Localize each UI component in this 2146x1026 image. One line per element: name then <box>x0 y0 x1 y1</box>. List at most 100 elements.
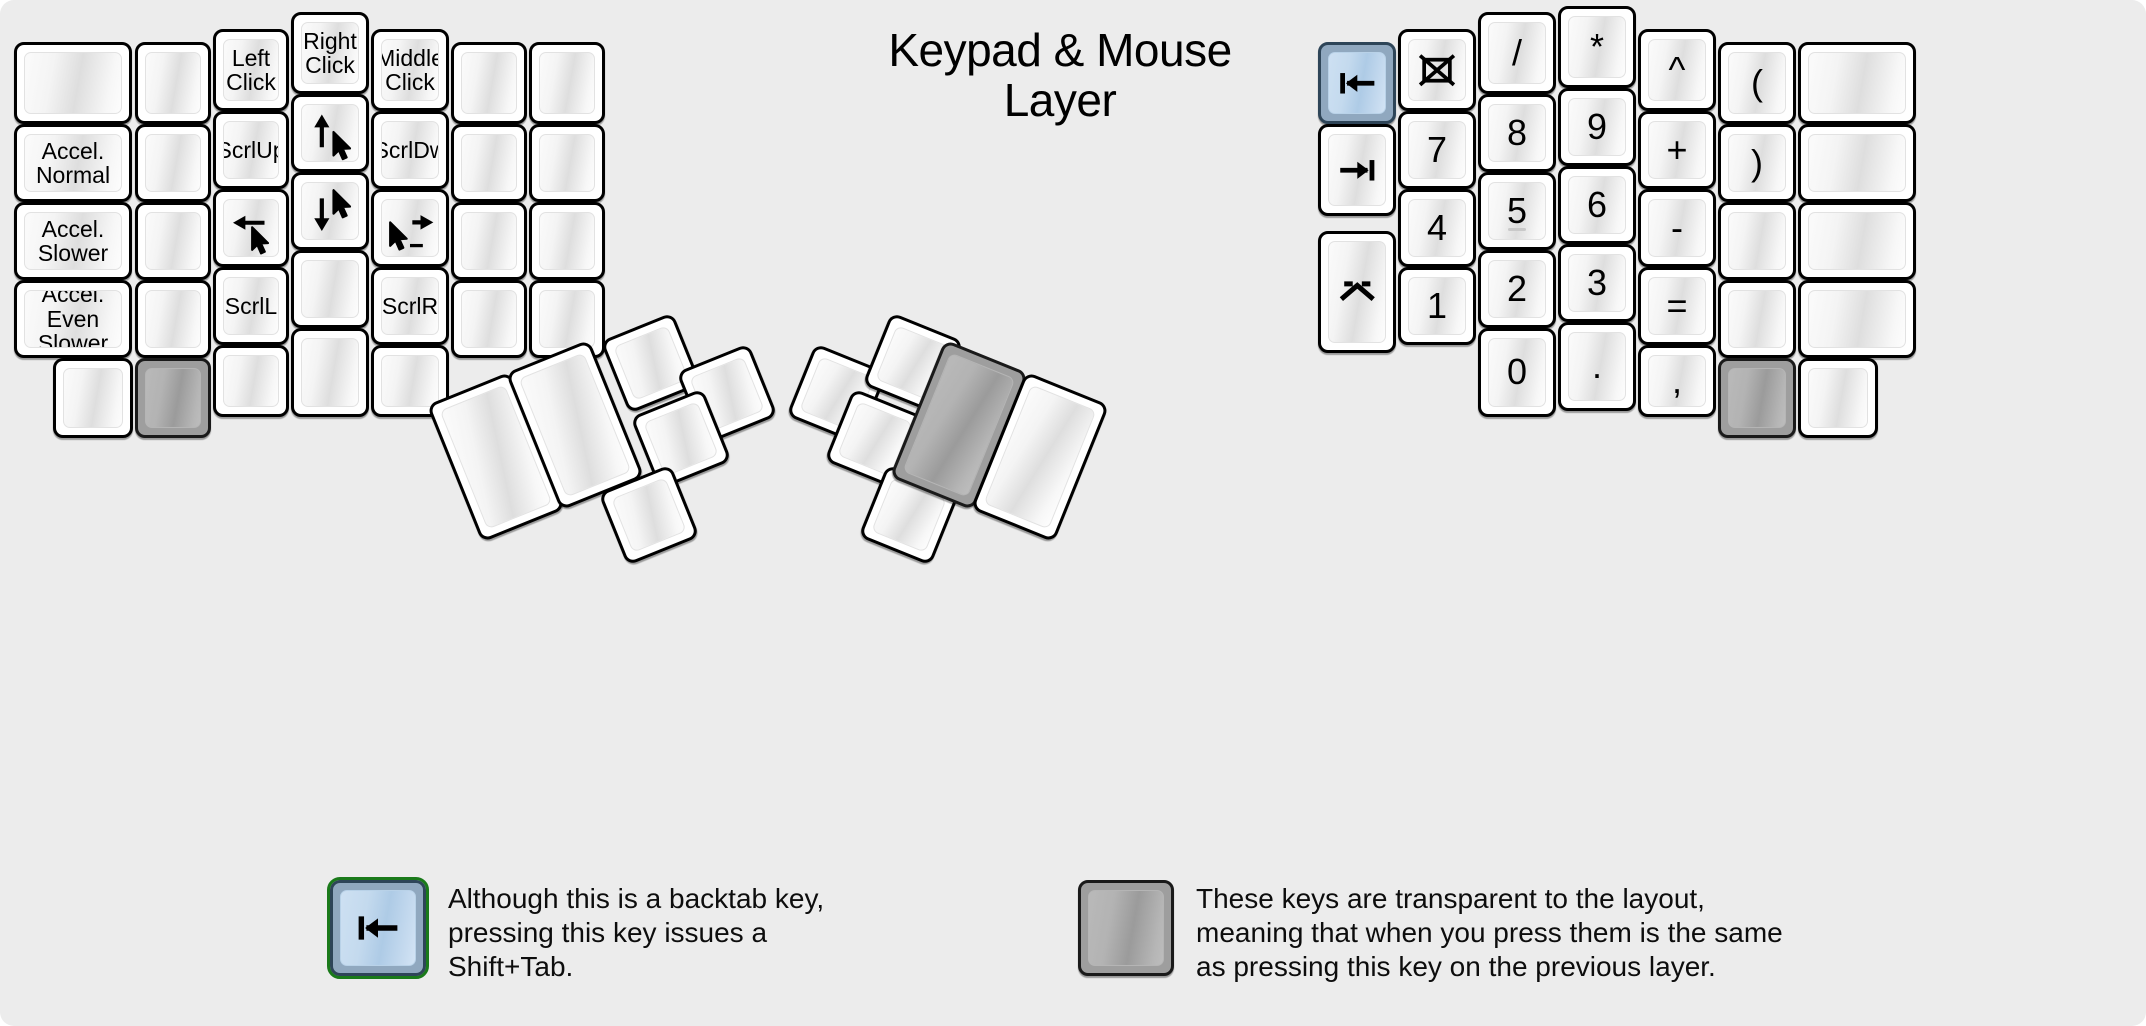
key-[interactable]: ^ <box>1638 29 1716 111</box>
key-scrlr[interactable]: ScrlR <box>371 267 449 345</box>
keycap-surface: ScrlR <box>381 277 439 335</box>
keycap-surface <box>381 355 439 407</box>
keycap-surface <box>1808 212 1906 270</box>
key-accel-even-slower[interactable]: Accel. Even Slower <box>14 280 132 358</box>
key-label: Middle Click <box>382 44 438 95</box>
key-r-c7-r4[interactable] <box>1798 280 1916 358</box>
key-l-c6-r3[interactable] <box>451 202 527 280</box>
key-mouse-move-right-icon[interactable] <box>371 189 449 267</box>
key-accel-slower[interactable]: Accel. Slower <box>14 202 132 280</box>
key-l-c7-r2[interactable] <box>529 124 605 202</box>
key-l-c4-r5[interactable] <box>291 328 369 417</box>
numlock-off-icon <box>1409 40 1465 100</box>
key-right-click[interactable]: Right Click <box>291 12 369 94</box>
keycap-surface <box>301 338 359 407</box>
key-[interactable]: ( <box>1718 42 1796 124</box>
keycap-surface <box>539 290 595 348</box>
keycap-surface <box>1728 290 1786 348</box>
keycap-surface: 9 <box>1568 98 1626 156</box>
key-r-c7-r3[interactable] <box>1798 202 1916 280</box>
keycap-surface: = <box>1648 277 1706 335</box>
key-mouse-move-down-icon[interactable] <box>291 172 369 250</box>
keycap-surface: ScrlUp <box>223 121 279 179</box>
keycap-surface: ScrlDw <box>381 121 439 179</box>
key-l-c6-r2[interactable] <box>451 124 527 202</box>
key-r-c6-r4[interactable] <box>1718 280 1796 358</box>
key-l-c7-r1[interactable] <box>529 42 605 124</box>
key-label: 0 <box>1506 351 1528 393</box>
key-l-c2-r4[interactable] <box>135 280 211 358</box>
keycap-surface <box>63 368 123 428</box>
key-swap-icon[interactable] <box>1318 231 1396 353</box>
key-[interactable]: / <box>1478 12 1556 94</box>
key-l-c2-r3[interactable] <box>135 202 211 280</box>
key-l-c6-r4[interactable] <box>451 280 527 358</box>
key-1[interactable]: 1 <box>1398 267 1476 345</box>
key-6[interactable]: 6 <box>1558 166 1636 244</box>
key-5[interactable]: 5 <box>1478 172 1556 250</box>
key-backtab-icon[interactable] <box>1318 42 1396 124</box>
mouse-move-up-icon <box>302 105 358 161</box>
key-[interactable]: - <box>1638 189 1716 267</box>
legend-swatch-transparent <box>1078 880 1174 976</box>
keycap-surface: 5 <box>1488 182 1546 240</box>
key-r-c7-r5[interactable] <box>1798 358 1878 438</box>
key-mouse-move-up-icon[interactable] <box>291 94 369 172</box>
key-left-click[interactable]: Left Click <box>213 29 289 111</box>
key-r-c7-r2[interactable] <box>1798 124 1916 202</box>
keycap-surface: - <box>1648 199 1706 257</box>
key-mouse-move-left-icon[interactable] <box>213 189 289 267</box>
key-accel-normal[interactable]: Accel. Normal <box>14 124 132 202</box>
key-label: . <box>1591 345 1602 387</box>
key-l-c2-r2[interactable] <box>135 124 211 202</box>
key-label: 7 <box>1426 128 1448 170</box>
key-l-c2-r1[interactable] <box>135 42 211 124</box>
key-l-c3-r5[interactable] <box>213 345 289 417</box>
keycap-surface: . <box>1568 332 1626 401</box>
keycap-surface: Accel. Slower <box>24 212 122 270</box>
key-label: * <box>1589 25 1604 67</box>
transparent-key-l-c2-r5[interactable] <box>135 358 211 438</box>
keycap-surface <box>340 890 416 966</box>
key-label: 8 <box>1506 111 1528 153</box>
keycap-surface <box>1808 134 1906 192</box>
key-middle-click[interactable]: Middle Click <box>371 29 449 111</box>
key-[interactable]: = <box>1638 267 1716 345</box>
key-0[interactable]: 0 <box>1478 328 1556 417</box>
key-l-c1-r5[interactable] <box>53 358 133 438</box>
key-l-c7-r4[interactable] <box>529 280 605 358</box>
keycap-surface: 0 <box>1488 338 1546 407</box>
keycap-surface <box>613 325 689 401</box>
key-l-c1-r1[interactable] <box>14 42 132 124</box>
transparent-key-r-c6-r5[interactable] <box>1718 358 1796 438</box>
key-tab-icon[interactable] <box>1318 124 1396 216</box>
key-numlock-off-icon[interactable] <box>1398 29 1476 111</box>
key-9[interactable]: 9 <box>1558 88 1636 166</box>
key-label: 1 <box>1426 284 1448 326</box>
key-[interactable]: + <box>1638 111 1716 189</box>
key-[interactable]: . <box>1558 322 1636 411</box>
key-[interactable]: ) <box>1718 124 1796 202</box>
key-4[interactable]: 4 <box>1398 189 1476 267</box>
key-2[interactable]: 2 <box>1478 250 1556 328</box>
key-[interactable]: , <box>1638 345 1716 417</box>
key-scrll[interactable]: ScrlL <box>213 267 289 345</box>
key-scrlup[interactable]: ScrlUp <box>213 111 289 189</box>
legend-text-backtab: Although this is a backtab key, pressing… <box>448 883 825 983</box>
key-label: 6 <box>1586 183 1608 225</box>
key-r-c7-r1[interactable] <box>1798 42 1916 124</box>
key-l-c7-r3[interactable] <box>529 202 605 280</box>
key-r-c6-r3[interactable] <box>1718 202 1796 280</box>
key-[interactable]: * <box>1558 6 1636 88</box>
key-l-c4-r4[interactable] <box>291 250 369 328</box>
keycap-surface <box>1728 368 1786 428</box>
key-3[interactable]: 3 <box>1558 244 1636 322</box>
keycap-surface: , <box>1648 355 1706 407</box>
key-l-c6-r1[interactable] <box>451 42 527 124</box>
keycap-surface <box>539 134 595 192</box>
key-7[interactable]: 7 <box>1398 111 1476 189</box>
key-label: / <box>1511 31 1522 73</box>
key-scrldw[interactable]: ScrlDw <box>371 111 449 189</box>
keycap-surface <box>145 52 201 114</box>
key-8[interactable]: 8 <box>1478 94 1556 172</box>
